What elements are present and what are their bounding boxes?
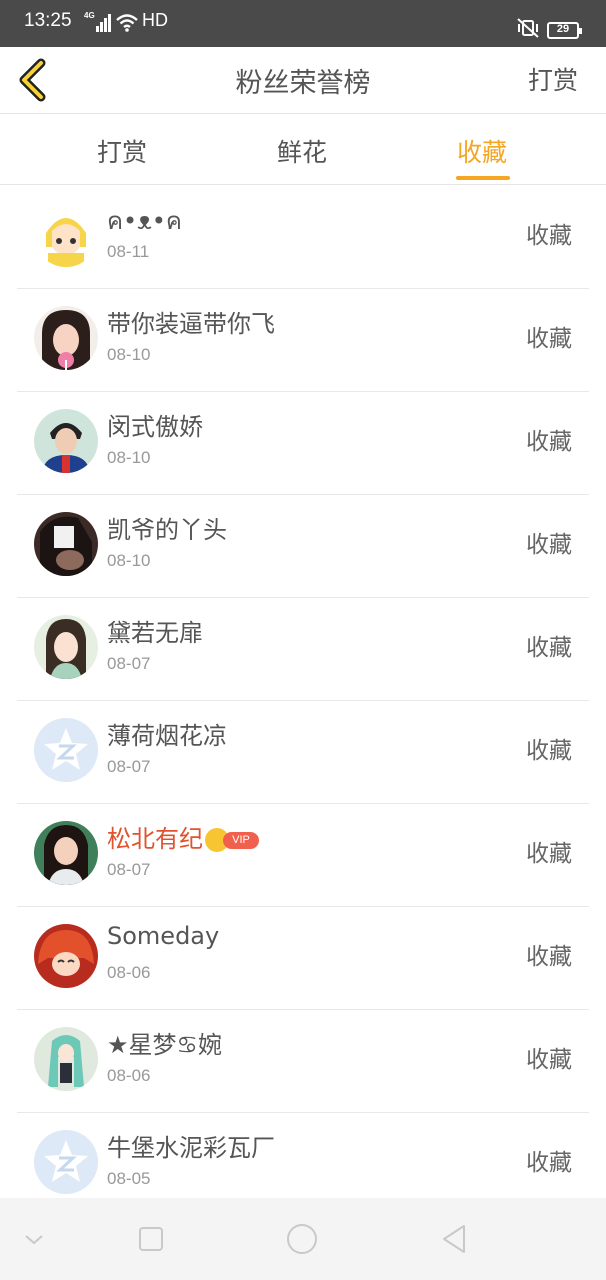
- fan-name: ค•ᴥ•ค: [107, 207, 182, 235]
- fan-date: 08-07: [107, 654, 151, 673]
- fan-name: 松北有纪 VIP: [107, 819, 261, 854]
- tab-favorites[interactable]: 收藏: [457, 133, 507, 169]
- fan-action: 收藏: [526, 223, 572, 249]
- fan-date: 08-11: [107, 242, 150, 261]
- fan-name: ★星梦♋婉: [107, 1031, 223, 1059]
- list-item[interactable]: 凯爷的丫头 08-10 收藏: [0, 495, 606, 598]
- avatar: [34, 718, 98, 782]
- tab-indicator: [456, 176, 510, 180]
- fan-date: 08-07: [107, 757, 151, 776]
- fan-action: 收藏: [526, 738, 572, 764]
- fan-date: 08-06: [107, 963, 151, 982]
- avatar: [34, 1130, 98, 1194]
- vip-badge: VIP: [205, 828, 261, 852]
- list-item[interactable]: 带你装逼带你飞 08-10 收藏: [0, 289, 606, 392]
- fan-date: 08-07: [107, 860, 151, 879]
- list-item[interactable]: Someday 08-06 收藏: [0, 907, 606, 1010]
- tab-flowers[interactable]: 鲜花: [277, 133, 327, 169]
- avatar: [34, 306, 98, 370]
- fan-name: 带你装逼带你飞: [107, 310, 275, 338]
- fan-name-text: 松北有纪: [107, 825, 203, 853]
- signal-icon: 4G: [84, 11, 111, 32]
- list-item[interactable]: ค•ᴥ•ค 08-11 收藏: [0, 186, 606, 289]
- fan-action: 收藏: [526, 1047, 572, 1073]
- network-label: 4G: [84, 11, 95, 20]
- tab-bar: 打赏 鲜花 收藏: [0, 115, 606, 185]
- avatar: [34, 924, 98, 988]
- avatar: [34, 512, 98, 576]
- fan-action: 收藏: [526, 429, 572, 455]
- fan-action: 收藏: [526, 326, 572, 352]
- fan-date: 08-10: [107, 345, 151, 364]
- avatar: [34, 409, 98, 473]
- fan-name: 闵式傲娇: [107, 413, 203, 441]
- system-nav-bar: [0, 1198, 606, 1280]
- fan-action: 收藏: [526, 1150, 572, 1176]
- chevron-down-icon[interactable]: [17, 1222, 51, 1256]
- fan-action: 收藏: [526, 635, 572, 661]
- fan-date: 08-10: [107, 448, 151, 467]
- page-title: 粉丝荣誉榜: [235, 68, 371, 99]
- avatar: [34, 1027, 98, 1091]
- fan-name: 黛若无扉: [107, 619, 203, 647]
- list-item[interactable]: 松北有纪 VIP 08-07 收藏: [0, 804, 606, 907]
- fans-list: ค•ᴥ•ค 08-11 收藏 带你装逼带你飞 08-10 收藏 闵式傲娇 08-…: [0, 186, 606, 1216]
- vibrate-off-icon: [517, 18, 539, 38]
- avatar: [34, 615, 98, 679]
- triangle-back-icon[interactable]: [437, 1222, 471, 1256]
- battery-icon: 29: [547, 22, 582, 39]
- avatar: [34, 821, 98, 885]
- list-item[interactable]: ★星梦♋婉 08-06 收藏: [0, 1010, 606, 1113]
- battery-level: 29: [556, 23, 570, 35]
- fan-date: 08-06: [107, 1066, 151, 1085]
- fan-name: 牛堡水泥彩瓦厂: [107, 1134, 275, 1162]
- tab-reward[interactable]: 打赏: [97, 133, 147, 169]
- fan-date: 08-10: [107, 551, 151, 570]
- fan-action: 收藏: [526, 841, 572, 867]
- status-time: 13:25: [24, 10, 72, 31]
- status-bar: 13:25 4G HD 29: [0, 0, 606, 47]
- list-item[interactable]: 黛若无扉 08-07 收藏: [0, 598, 606, 701]
- vip-label: VIP: [223, 832, 259, 849]
- fan-name: 薄荷烟花凉: [107, 722, 227, 750]
- avatar: [34, 203, 98, 267]
- fan-action: 收藏: [526, 944, 572, 970]
- list-item[interactable]: 薄荷烟花凉 08-07 收藏: [0, 701, 606, 804]
- wifi-icon: [116, 14, 138, 32]
- fan-name: 凯爷的丫头: [107, 516, 227, 544]
- list-item[interactable]: 闵式傲娇 08-10 收藏: [0, 392, 606, 495]
- hd-label: HD: [142, 10, 168, 30]
- circle-icon[interactable]: [285, 1222, 319, 1256]
- title-bar: 粉丝荣誉榜 打赏: [0, 47, 606, 114]
- fan-date: 08-05: [107, 1169, 151, 1188]
- square-icon[interactable]: [134, 1222, 168, 1256]
- fan-name: Someday: [107, 922, 220, 950]
- fan-action: 收藏: [526, 532, 572, 558]
- reward-button[interactable]: 打赏: [528, 61, 578, 97]
